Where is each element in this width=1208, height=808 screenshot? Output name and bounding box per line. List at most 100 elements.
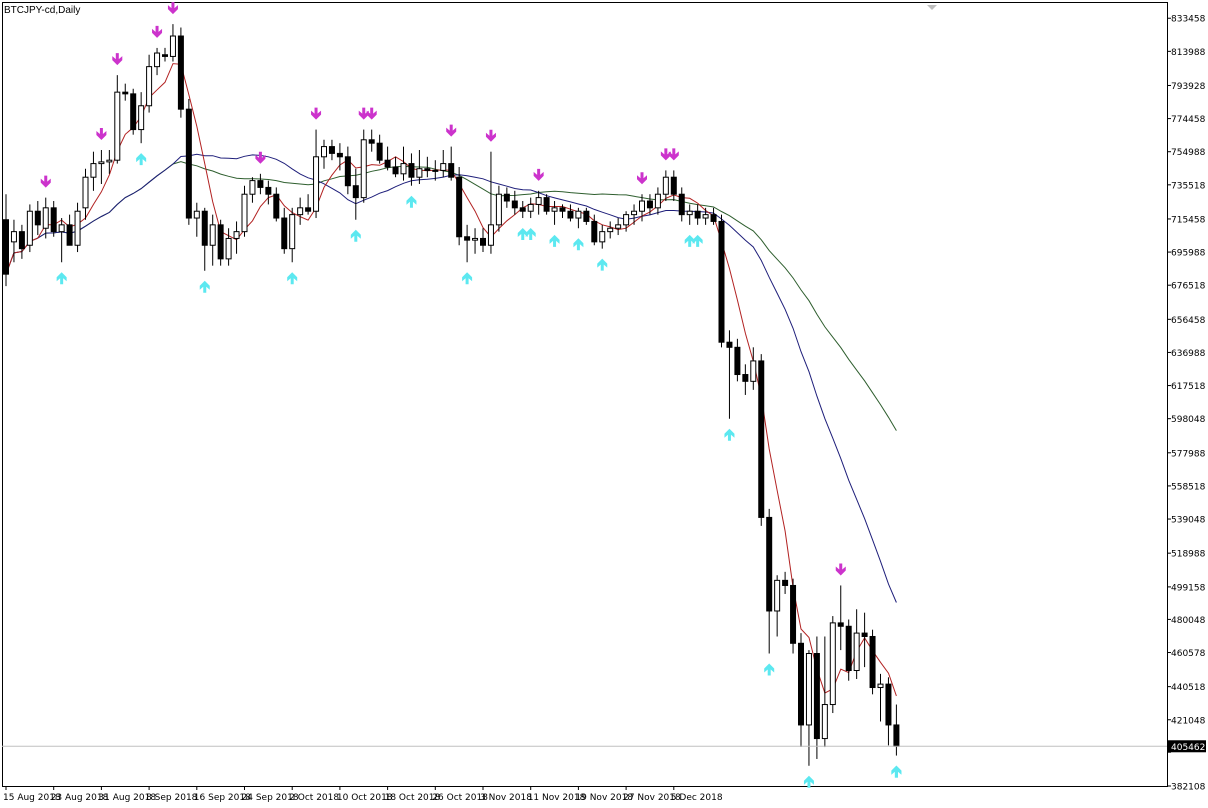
candle [480,228,486,253]
candle [464,224,471,263]
candle-body [774,579,781,612]
price-tick-label: 793928 [1171,82,1206,92]
candle-body [416,168,423,178]
candle [66,214,73,246]
candle [678,187,685,222]
candle-body [519,207,526,212]
candle-body [257,180,264,188]
candle [169,24,176,62]
candle-body [177,35,184,110]
candle [336,143,343,171]
candle-body [18,231,25,250]
candle-body [336,152,343,158]
price-tick-label: 577988 [1171,449,1206,459]
candle-body [813,653,820,740]
candle-body [503,193,510,202]
down-arrow-icon [668,148,679,161]
candle-body [543,197,550,212]
candle-body [678,193,685,216]
up-arrow-icon [406,195,417,208]
candle [798,633,804,748]
candle [130,88,137,135]
price-tick-label: 656458 [1171,316,1206,326]
candle [352,168,359,220]
down-arrow-icon [40,175,51,188]
candle-body [766,516,773,612]
down-arrow-icon [637,172,647,185]
price-chart[interactable]: 405462 833458 813988 793928 774458 754988 7355… [0,0,1208,808]
down-arrow-icon [311,107,322,120]
candle [18,224,25,259]
candle [575,207,582,229]
candle-body [138,105,145,131]
candle-body [877,683,884,689]
candle-body [599,231,606,243]
candle [257,173,264,195]
candle [265,180,272,205]
candle-body [456,176,463,238]
candle [654,187,661,215]
candle-body [559,207,566,212]
candle-body [726,341,733,348]
candle-body [328,146,335,154]
candle [313,129,320,219]
candle [162,47,168,62]
candle-body [66,224,73,246]
candle [535,190,542,215]
candle-body [646,200,653,209]
candle-body [106,159,113,163]
up-arrow-icon [462,272,473,285]
candle-body [464,236,471,241]
up-arrow-icon [287,272,298,285]
candle-body [535,197,542,205]
candle-body [575,210,582,219]
date-tick-label: 8 Sep 2018 [146,793,198,803]
candle-body [829,622,836,706]
candle [321,139,327,169]
candle [726,330,733,419]
chart-shift-marker [927,5,937,10]
candle-body [241,193,248,233]
down-arrow-icon [446,124,457,137]
chart-window[interactable]: BTCJPY-cd,Daily 405462 833458 813988 793928… [0,0,1208,808]
candle [344,146,351,195]
candle-body [567,210,574,219]
candle-body [225,237,232,260]
candle [146,54,153,113]
candle [281,207,288,254]
candle-body [869,635,876,689]
price-tick-label: 833458 [1171,15,1206,25]
candle-body [654,193,661,209]
candle-body [424,168,431,171]
candle-body [352,185,359,199]
candle [50,201,57,237]
candle [26,204,33,253]
candle-body [893,724,900,747]
candle-body [662,176,669,195]
up-arrow-icon [692,234,703,247]
candle-body [265,186,272,195]
candle [42,197,49,239]
candle-body [400,163,407,175]
candle [702,207,709,225]
down-arrow-icon [112,53,123,66]
candle [766,508,773,654]
down-arrow-icon [366,107,377,120]
candle-body [321,146,327,158]
candle-body [313,156,320,212]
candle-body [702,214,709,219]
candle [853,609,860,680]
candle-body [98,161,105,165]
candle-body [718,220,725,343]
candle [3,194,9,287]
down-arrow-icon [485,129,496,142]
candle-body [432,169,439,172]
candle-body [392,166,399,175]
candle [599,224,606,249]
candle [193,202,200,237]
candle-body [448,163,455,178]
down-arrow-icon [835,563,846,576]
down-arrow-icon [533,168,544,181]
candle [90,151,97,191]
up-arrow-icon [597,258,608,271]
